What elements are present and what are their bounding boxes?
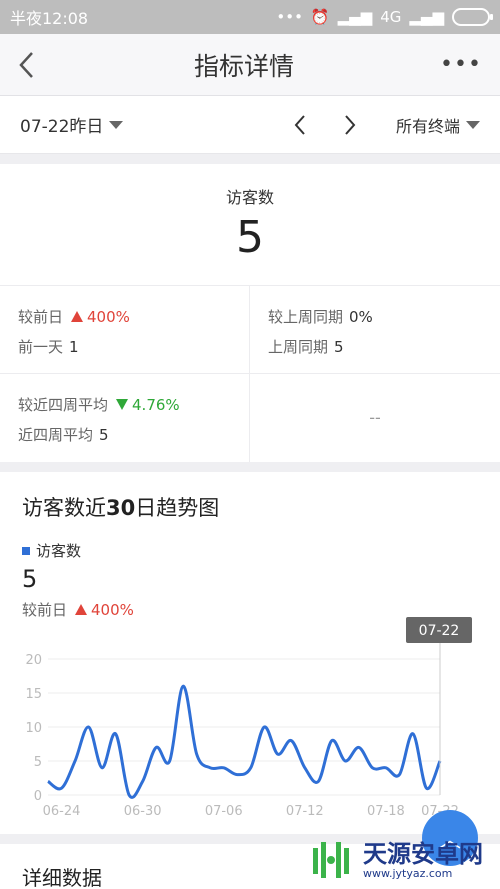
nav-bar: 指标详情 ••• xyxy=(0,34,500,96)
caret-down-icon xyxy=(109,120,124,129)
metric-card: 访客数 5 较前日 400% 前一天 1 较上周同期 0% 上周同期 5 较近四周平均 4… xyxy=(0,164,500,462)
trend-card: 访客数近30日趋势图 访客数 5 较前日 400% 0 5 10 15 20 06-24 06… xyxy=(0,472,500,834)
prev-day-label: 较前日 xyxy=(18,308,64,326)
trend-title-suffix: 日趋势图 xyxy=(135,496,220,520)
x-tick-label: 07-06 xyxy=(205,804,243,819)
comparison-grid: 较前日 400% 前一天 1 较上周同期 0% 上周同期 5 较近四周平均 4.76% 近… xyxy=(0,286,500,462)
prev-day-value: 1 xyxy=(69,338,79,356)
watermark-url: www.jytyaz.com xyxy=(363,866,453,880)
prev-day-cell: 较前日 400% 前一天 1 xyxy=(0,286,250,374)
date-nav xyxy=(294,114,356,136)
last-week-label: 较上周同期 xyxy=(268,308,344,326)
y-tick-label: 20 xyxy=(25,653,42,668)
metric-name: 访客数 xyxy=(225,188,274,207)
trend-title-prefix: 访客数近 xyxy=(22,496,106,520)
status-icons: ••• ⏰ ▂▄▆ 4G ▂▄▆ xyxy=(276,8,493,26)
trend-value: 5 xyxy=(22,565,38,593)
prev-day-change: 400% xyxy=(87,308,130,326)
last-week-value: 5 xyxy=(334,338,344,356)
alarm-icon: ⏰ xyxy=(310,8,330,26)
chart-legend: 访客数 xyxy=(22,540,478,561)
date-label: 07-22昨日 xyxy=(20,117,104,137)
up-arrow-icon xyxy=(71,311,84,322)
battery-icon xyxy=(452,8,493,26)
last-week-change: 0% xyxy=(349,308,373,326)
back-arrow-icon xyxy=(19,51,33,78)
metric-value: 5 xyxy=(236,212,264,263)
four-week-value-label: 近四周平均 xyxy=(18,426,94,444)
last-week-cell: 较上周同期 0% 上周同期 5 xyxy=(250,286,500,374)
more-menu-button[interactable]: ••• xyxy=(440,52,482,77)
trend-line-chart[interactable]: 0510152006-2406-3007-0607-1207-1807-2207… xyxy=(0,617,500,827)
signal-icon-2: ▂▄▆ xyxy=(409,8,444,26)
four-week-value: 5 xyxy=(99,426,109,444)
x-tick-label: 06-30 xyxy=(124,804,162,819)
watermark-text: 天源安卓网 xyxy=(363,839,483,868)
page-title: 指标详情 xyxy=(194,51,295,81)
more-status-icon: ••• xyxy=(276,8,303,26)
date-selector[interactable]: 07-22昨日 xyxy=(20,112,124,137)
four-week-change: 4.76% xyxy=(132,396,180,414)
network-type: 4G xyxy=(380,8,402,26)
caret-down-icon xyxy=(466,120,480,129)
next-day-button[interactable] xyxy=(344,114,356,136)
empty-cell: -- xyxy=(369,408,381,427)
down-arrow-icon xyxy=(116,399,129,410)
up-arrow-icon xyxy=(75,604,88,615)
last-week-value-label: 上周同期 xyxy=(268,338,329,356)
status-time: 半夜12:08 xyxy=(10,9,89,28)
x-tick-label: 06-24 xyxy=(43,804,81,819)
prev-day-value-label: 前一天 xyxy=(18,338,64,356)
tooltip-label: 07-22 xyxy=(419,623,460,639)
legend-marker xyxy=(22,546,30,555)
watermark-logo-icon xyxy=(313,842,349,878)
trend-title-days: 30 xyxy=(106,496,136,520)
terminal-selector[interactable]: 所有终端 xyxy=(396,113,480,137)
y-tick-label: 0 xyxy=(34,789,42,804)
series-line xyxy=(47,684,442,799)
filter-bar: 07-22昨日 所有终端 xyxy=(0,96,500,154)
prev-day-button[interactable] xyxy=(294,114,306,136)
x-tick-label: 07-12 xyxy=(286,804,324,819)
x-tick-label: 07-18 xyxy=(367,804,405,819)
terminal-label: 所有终端 xyxy=(395,116,460,136)
y-tick-label: 15 xyxy=(25,687,42,702)
trend-title: 访客数近30日趋势图 xyxy=(22,492,478,522)
watermark: 天源安卓网 www.jytyaz.com xyxy=(305,838,483,882)
status-bar: 半夜12:08 ••• ⏰ ▂▄▆ 4G ▂▄▆ xyxy=(0,0,500,34)
signal-icon: ▂▄▆ xyxy=(337,8,373,26)
y-tick-label: 10 xyxy=(25,721,42,736)
metric-header: 访客数 5 xyxy=(0,164,500,286)
legend-label: 访客数 xyxy=(36,542,82,560)
back-button[interactable] xyxy=(18,45,48,85)
four-week-cell: 较近四周平均 4.76% 近四周平均 5 xyxy=(0,374,250,462)
four-week-label: 较近四周平均 xyxy=(18,396,109,414)
y-tick-label: 5 xyxy=(34,755,42,770)
